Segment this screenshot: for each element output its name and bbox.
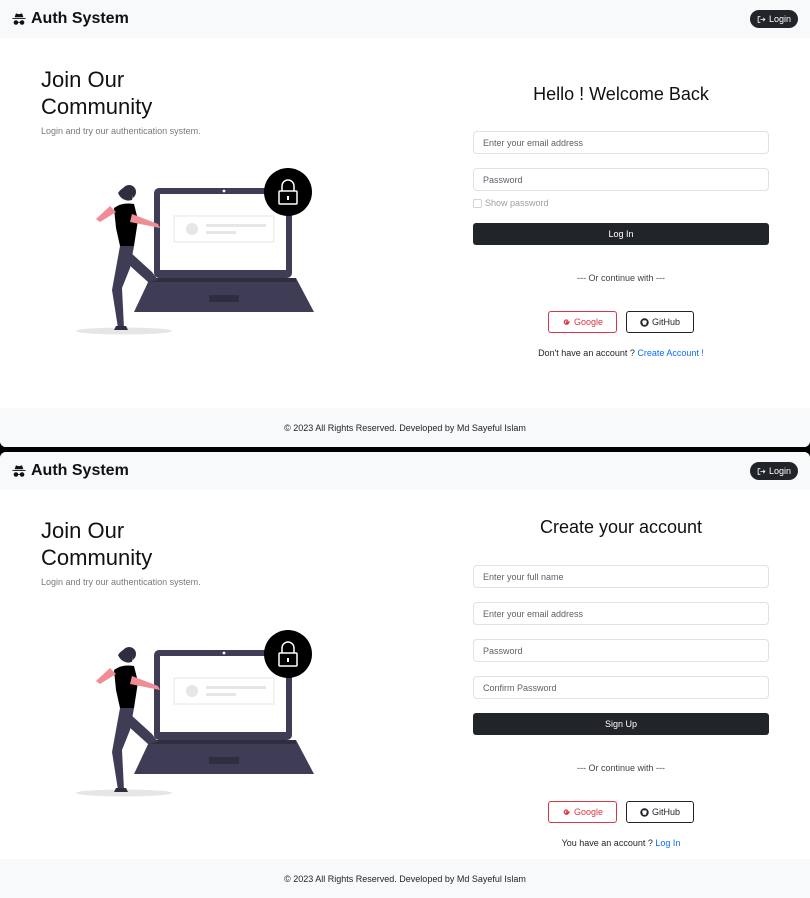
box-arrow-in-icon	[757, 15, 766, 23]
google-label: Google	[573, 317, 604, 327]
hero-subtitle: Login and try our authentication system.	[41, 577, 201, 587]
signup-prompt: Don't have an account ? Create Account !	[473, 348, 769, 358]
footer: © 2023 All Rights Reserved. Developed by…	[0, 859, 810, 898]
github-label: GitHub	[651, 807, 680, 817]
github-icon	[640, 317, 649, 327]
password-field[interactable]	[473, 639, 769, 662]
brand-name: Auth System	[31, 462, 129, 479]
login-screen: Auth System Login Join Our Community Log…	[0, 0, 810, 447]
signup-prompt-text: Don't have an account ?	[538, 348, 635, 358]
hero-subtitle: Login and try our authentication system.	[41, 126, 201, 136]
brand-name: Auth System	[31, 10, 129, 27]
full-name-field[interactable]	[473, 565, 769, 588]
github-icon	[640, 807, 649, 817]
incognito-icon	[12, 13, 26, 25]
hero-title: Join Our Community	[41, 518, 153, 570]
continue-divider: --- Or continue with ---	[576, 763, 665, 773]
create-account-link[interactable]: Create Account !	[637, 348, 704, 358]
continue-divider: --- Or continue with ---	[576, 273, 665, 283]
email-field[interactable]	[473, 602, 769, 625]
google-icon	[563, 318, 570, 325]
nav-login-button[interactable]: Login	[749, 10, 798, 28]
footer: © 2023 All Rights Reserved. Developed by…	[0, 408, 810, 447]
box-arrow-in-icon	[757, 467, 766, 475]
nav-login-button[interactable]: Login	[749, 462, 798, 480]
google-button[interactable]: Google	[548, 311, 617, 333]
signup-title: Create your account	[539, 517, 703, 537]
show-password-row[interactable]: Show password	[473, 198, 549, 208]
google-button[interactable]: Google	[548, 801, 617, 823]
github-button[interactable]: GitHub	[626, 311, 694, 333]
footer-text: © 2023 All Rights Reserved. Developed by…	[284, 873, 526, 884]
nav-login-label: Login	[768, 466, 791, 476]
incognito-icon	[12, 465, 26, 477]
log-in-link[interactable]: Log In	[655, 838, 680, 848]
signup-button[interactable]: Sign Up	[473, 713, 769, 735]
confirm-password-field[interactable]	[473, 676, 769, 699]
signup-screen: Auth System Login Join Our Community Log…	[0, 452, 810, 898]
login-title: Hello ! Welcome Back	[533, 84, 709, 104]
nav-login-label: Login	[768, 14, 791, 24]
navbar: Auth System Login	[0, 0, 810, 38]
brand[interactable]: Auth System	[12, 462, 129, 480]
hero-title: Join Our Community	[41, 67, 153, 119]
brand[interactable]: Auth System	[12, 10, 129, 28]
show-password-checkbox[interactable]	[473, 198, 482, 208]
navbar: Auth System Login	[0, 452, 810, 490]
login-prompt: You have an account ? Log In	[473, 838, 769, 848]
github-label: GitHub	[651, 317, 680, 327]
auth-illustration	[76, 168, 314, 335]
footer-text: © 2023 All Rights Reserved. Developed by…	[284, 422, 526, 433]
password-field[interactable]	[473, 168, 769, 191]
login-button[interactable]: Log In	[473, 223, 769, 245]
email-field[interactable]	[473, 131, 769, 154]
login-prompt-text: You have an account ?	[561, 838, 653, 848]
show-password-label: Show password	[485, 198, 549, 208]
github-button[interactable]: GitHub	[626, 801, 694, 823]
google-label: Google	[573, 807, 604, 817]
google-icon	[563, 808, 570, 815]
auth-illustration	[76, 630, 314, 797]
